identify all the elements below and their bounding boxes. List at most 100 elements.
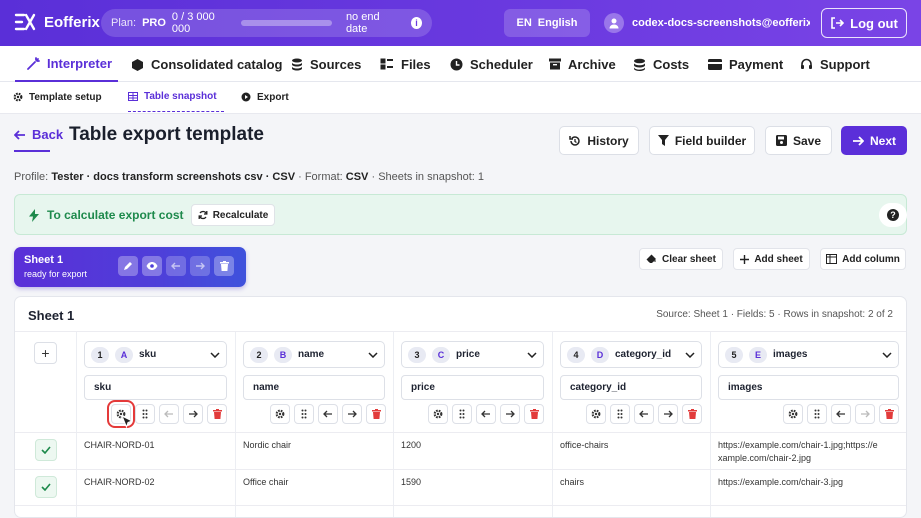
arrow-left-icon: [164, 410, 173, 418]
nav-label: Payment: [729, 56, 784, 72]
info-icon[interactable]: i: [411, 17, 422, 29]
gear-icon: [13, 92, 23, 102]
nav-item-costs[interactable]: Costs: [633, 46, 689, 82]
table-cell: Office chair: [243, 477, 289, 487]
wand-icon: [27, 56, 40, 70]
move-column-right-button[interactable]: [855, 404, 875, 424]
column-drag-handle[interactable]: [452, 404, 472, 424]
column-drag-handle[interactable]: [294, 404, 314, 424]
delete-column-button[interactable]: [366, 404, 386, 424]
add-column-plus-button[interactable]: +: [34, 342, 57, 364]
column-drag-handle[interactable]: [610, 404, 630, 424]
add-column-button[interactable]: Add column: [820, 248, 906, 270]
help-button[interactable]: ?: [879, 203, 907, 227]
column-header[interactable]: 3 C price: [401, 341, 544, 368]
column-letter: A: [115, 346, 133, 363]
language-selector[interactable]: EN English: [504, 9, 590, 37]
grip-icon: [459, 409, 465, 419]
move-sheet-right-button[interactable]: [190, 256, 210, 276]
clear-sheet-button[interactable]: Clear sheet: [639, 248, 723, 270]
column-header[interactable]: 2 B name: [243, 341, 385, 368]
arrow-right-icon: [506, 410, 515, 418]
back-label: Back: [32, 127, 64, 142]
move-sheet-left-button[interactable]: [166, 256, 186, 276]
plan-name: PRO: [142, 17, 166, 29]
delete-column-button[interactable]: [524, 404, 544, 424]
nav-item-support[interactable]: Support: [800, 46, 870, 82]
table-cell: CHAIR-NORD-02: [84, 477, 155, 487]
sheet-panel: Sheet 1 Source: Sheet 1 · Fields: 5 · Ro…: [14, 296, 907, 518]
card-icon: [708, 58, 722, 70]
nav-item-archive[interactable]: Archive: [549, 46, 616, 82]
nav-item-interpreter[interactable]: Interpreter: [15, 46, 118, 82]
column-settings-button[interactable]: [428, 404, 448, 424]
columns-icon: [826, 254, 838, 264]
column-field-input[interactable]: price: [401, 375, 544, 400]
save-icon: [775, 135, 787, 146]
column-field-input[interactable]: sku: [84, 375, 227, 400]
nav-label: Scheduler: [470, 56, 533, 72]
save-button[interactable]: Save: [765, 126, 832, 155]
column-settings-button[interactable]: [270, 404, 290, 424]
user-menu[interactable]: codex-docs-screenshots@eofferix: [604, 9, 810, 37]
tab-template-setup[interactable]: Template setup: [13, 82, 102, 112]
nav-item-payment[interactable]: Payment: [708, 46, 783, 82]
move-column-right-button[interactable]: [658, 404, 678, 424]
clock-icon: [450, 58, 463, 70]
move-column-right-button[interactable]: [183, 404, 203, 424]
tab-table-snapshot[interactable]: Table snapshot: [128, 82, 224, 112]
move-column-left-button[interactable]: [634, 404, 654, 424]
plan-usage-bar: [240, 20, 332, 26]
move-column-right-button[interactable]: [500, 404, 520, 424]
delete-column-button[interactable]: [879, 404, 899, 424]
move-column-left-button[interactable]: [159, 404, 179, 424]
column-field-input[interactable]: category_id: [560, 375, 702, 400]
logout-button[interactable]: Log out: [821, 8, 907, 38]
nav-item-consolidated-catalog[interactable]: Consolidated catalog: [131, 46, 282, 82]
sheet-card[interactable]: Sheet 1 ready for export: [14, 247, 246, 287]
column-drag-handle[interactable]: [807, 404, 827, 424]
column-drag-handle[interactable]: [135, 404, 155, 424]
column-settings-button[interactable]: [783, 404, 803, 424]
column-letter: B: [274, 346, 292, 363]
nav-item-sources[interactable]: Sources: [291, 46, 361, 82]
move-column-left-button[interactable]: [831, 404, 851, 424]
plan-expiry: no end date: [345, 11, 380, 35]
view-sheet-button[interactable]: [142, 256, 162, 276]
edit-sheet-button[interactable]: [118, 256, 138, 276]
delete-sheet-button[interactable]: [214, 256, 234, 276]
arrow-right-icon: [189, 410, 198, 418]
delete-column-button[interactable]: [207, 404, 227, 424]
column-header[interactable]: 1 A sku: [84, 341, 227, 368]
field-builder-button[interactable]: Field builder: [649, 126, 755, 155]
app-logo[interactable]: Eofferix: [14, 12, 100, 32]
column-name: images: [773, 349, 808, 360]
move-column-left-button[interactable]: [318, 404, 338, 424]
sheet-card-actions: [118, 256, 234, 276]
main-nav: Interpreter Consolidated catalog Sources…: [0, 46, 921, 82]
next-button[interactable]: Next: [841, 126, 907, 155]
column-header[interactable]: 4 D category_id: [560, 341, 702, 368]
recalculate-button[interactable]: Recalculate: [191, 204, 275, 226]
column-letter: C: [432, 346, 450, 363]
column-field-input[interactable]: name: [243, 375, 385, 400]
column-header[interactable]: 5 E images: [718, 341, 899, 368]
back-link[interactable]: Back: [14, 127, 63, 142]
table-cell: chairs: [560, 477, 585, 487]
move-column-right-button[interactable]: [342, 404, 362, 424]
nav-item-files[interactable]: Files: [380, 46, 431, 82]
row-select-checkbox[interactable]: [35, 439, 57, 461]
nav-label: Costs: [653, 56, 690, 72]
column-settings-button[interactable]: [586, 404, 606, 424]
tab-export[interactable]: Export: [241, 82, 289, 112]
profile-format-prefix: · Format:: [298, 171, 343, 183]
move-column-left-button[interactable]: [476, 404, 496, 424]
history-button[interactable]: History: [559, 126, 639, 155]
nav-item-scheduler[interactable]: Scheduler: [450, 46, 533, 82]
delete-column-button[interactable]: [682, 404, 702, 424]
column-field-input[interactable]: images: [718, 375, 899, 400]
row-select-checkbox[interactable]: [35, 476, 57, 498]
user-avatar-icon: [604, 13, 624, 33]
filter-icon: [657, 135, 669, 146]
add-sheet-button[interactable]: Add sheet: [733, 248, 810, 270]
